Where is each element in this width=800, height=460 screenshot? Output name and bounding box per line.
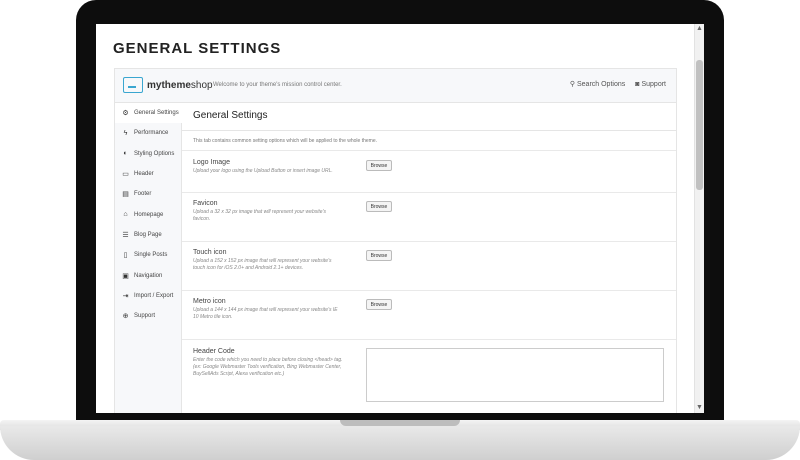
header-icon: ▭ bbox=[122, 171, 129, 179]
sidebar-item-label: Import / Export bbox=[134, 292, 174, 299]
sidebar-item-header[interactable]: ▭ Header bbox=[115, 164, 181, 184]
sidebar-item-label: Blog Page bbox=[134, 231, 162, 238]
logo-text: mythemeshop bbox=[147, 79, 213, 91]
header-code-textarea[interactable] bbox=[366, 348, 664, 402]
sidebar-item-label: Homepage bbox=[134, 211, 164, 218]
sidebar-item-label: Performance bbox=[134, 130, 169, 137]
screen: GENERAL SETTINGS mythemeshop Welcome to … bbox=[96, 24, 704, 413]
gear-icon: ⚙ bbox=[122, 110, 129, 118]
laptop-notch bbox=[340, 420, 460, 426]
lifebuoy-icon: ⊕ bbox=[122, 313, 129, 321]
option-title-logo-image: Logo Image bbox=[193, 159, 230, 166]
sidebar-item-label: Footer bbox=[134, 191, 152, 198]
contrast-icon: ◐ bbox=[123, 150, 128, 158]
sidebar-item-import-export[interactable]: ⇥ Import / Export bbox=[115, 286, 181, 306]
navigation-icon: ▣ bbox=[122, 272, 129, 280]
metro-icon-browse-button[interactable]: Browse bbox=[366, 299, 392, 310]
divider bbox=[182, 339, 676, 340]
divider bbox=[182, 150, 676, 151]
support-link[interactable]: ◙ Support bbox=[635, 80, 666, 88]
sidebar-item-navigation[interactable]: ▣ Navigation bbox=[115, 265, 181, 285]
option-title-touch-icon: Touch icon bbox=[193, 249, 227, 256]
divider bbox=[182, 290, 676, 291]
option-title-metro-icon: Metro icon bbox=[193, 298, 226, 305]
sidebar-item-general-settings[interactable]: ⚙ General Settings bbox=[115, 103, 182, 124]
welcome-text: Welcome to your theme's mission control … bbox=[213, 82, 342, 88]
search-options-label: Search Options bbox=[576, 80, 626, 88]
mythemeshop-logo: mythemeshop bbox=[123, 77, 213, 93]
content-area: General Settings This tab contains commo… bbox=[182, 103, 676, 413]
sidebar-item-single-posts[interactable]: ▯ Single Posts bbox=[115, 245, 181, 265]
sidebar-item-performance[interactable]: ϟ Performance bbox=[115, 123, 181, 143]
scroll-down-icon[interactable]: ▼ bbox=[695, 403, 704, 413]
sidebar-item-label: Support bbox=[134, 313, 156, 320]
content-title: General Settings bbox=[193, 110, 268, 121]
scrollbar[interactable]: ▲ ▼ bbox=[694, 24, 704, 413]
footer-icon: ▤ bbox=[122, 191, 129, 199]
options-panel: mythemeshop Welcome to your theme's miss… bbox=[114, 68, 677, 413]
scroll-up-icon[interactable]: ▲ bbox=[695, 24, 704, 34]
file-icon: ▯ bbox=[123, 252, 128, 260]
option-title-header-code: Header Code bbox=[193, 348, 235, 355]
sidebar-item-blog-page[interactable]: ☰ Blog Page bbox=[115, 225, 181, 245]
option-desc-touch-icon: Upload a 152 x 152 px image that will re… bbox=[193, 258, 332, 271]
camera-icon: ◙ bbox=[635, 80, 640, 88]
sidebar-item-footer[interactable]: ▤ Footer bbox=[115, 184, 181, 204]
divider bbox=[182, 192, 676, 193]
scroll-thumb[interactable] bbox=[696, 60, 703, 190]
list-icon: ☰ bbox=[122, 231, 129, 239]
sidebar-item-support[interactable]: ⊕ Support bbox=[115, 306, 181, 326]
bolt-icon: ϟ bbox=[123, 129, 128, 137]
support-label: Support bbox=[641, 80, 666, 88]
cart-icon bbox=[123, 77, 143, 93]
option-desc-favicon: Upload a 32 x 32 px image that will repr… bbox=[193, 209, 326, 222]
sidebar-item-homepage[interactable]: ⌂ Homepage bbox=[115, 204, 181, 224]
import-icon: ⇥ bbox=[122, 292, 129, 300]
page-title: GENERAL SETTINGS bbox=[113, 40, 282, 57]
sidebar-item-styling-options[interactable]: ◐ Styling Options bbox=[115, 144, 181, 164]
sidebar-item-label: Navigation bbox=[134, 272, 163, 279]
sidebar: ⚙ General Settings ϟ Performance ◐ Styling … bbox=[115, 103, 182, 413]
search-icon: ⚲ bbox=[569, 81, 575, 88]
divider bbox=[182, 130, 676, 131]
logo-image-browse-button[interactable]: Browse bbox=[366, 160, 392, 171]
content-description: This tab contains common setting options… bbox=[193, 138, 377, 144]
touch-icon-browse-button[interactable]: Browse bbox=[366, 250, 392, 261]
header-links: ⚲ Search Options ◙ Support bbox=[569, 80, 666, 89]
option-title-favicon: Favicon bbox=[193, 200, 218, 207]
option-desc-header-code: Enter the code which you need to place b… bbox=[193, 357, 343, 377]
home-icon: ⌂ bbox=[123, 211, 128, 219]
sidebar-item-label: Header bbox=[134, 171, 154, 178]
option-desc-logo-image: Upload your logo using the Upload Button… bbox=[193, 168, 333, 174]
option-desc-metro-icon: Upload a 144 x 144 px image that will re… bbox=[193, 307, 338, 320]
divider bbox=[182, 241, 676, 242]
sidebar-item-label: General Settings bbox=[134, 110, 179, 117]
panel-header: mythemeshop Welcome to your theme's miss… bbox=[115, 69, 676, 103]
search-options-link[interactable]: ⚲ Search Options bbox=[569, 80, 626, 89]
sidebar-item-label: Styling Options bbox=[134, 150, 175, 157]
sidebar-item-label: Single Posts bbox=[134, 252, 168, 259]
favicon-browse-button[interactable]: Browse bbox=[366, 201, 392, 212]
laptop-base bbox=[0, 426, 800, 460]
